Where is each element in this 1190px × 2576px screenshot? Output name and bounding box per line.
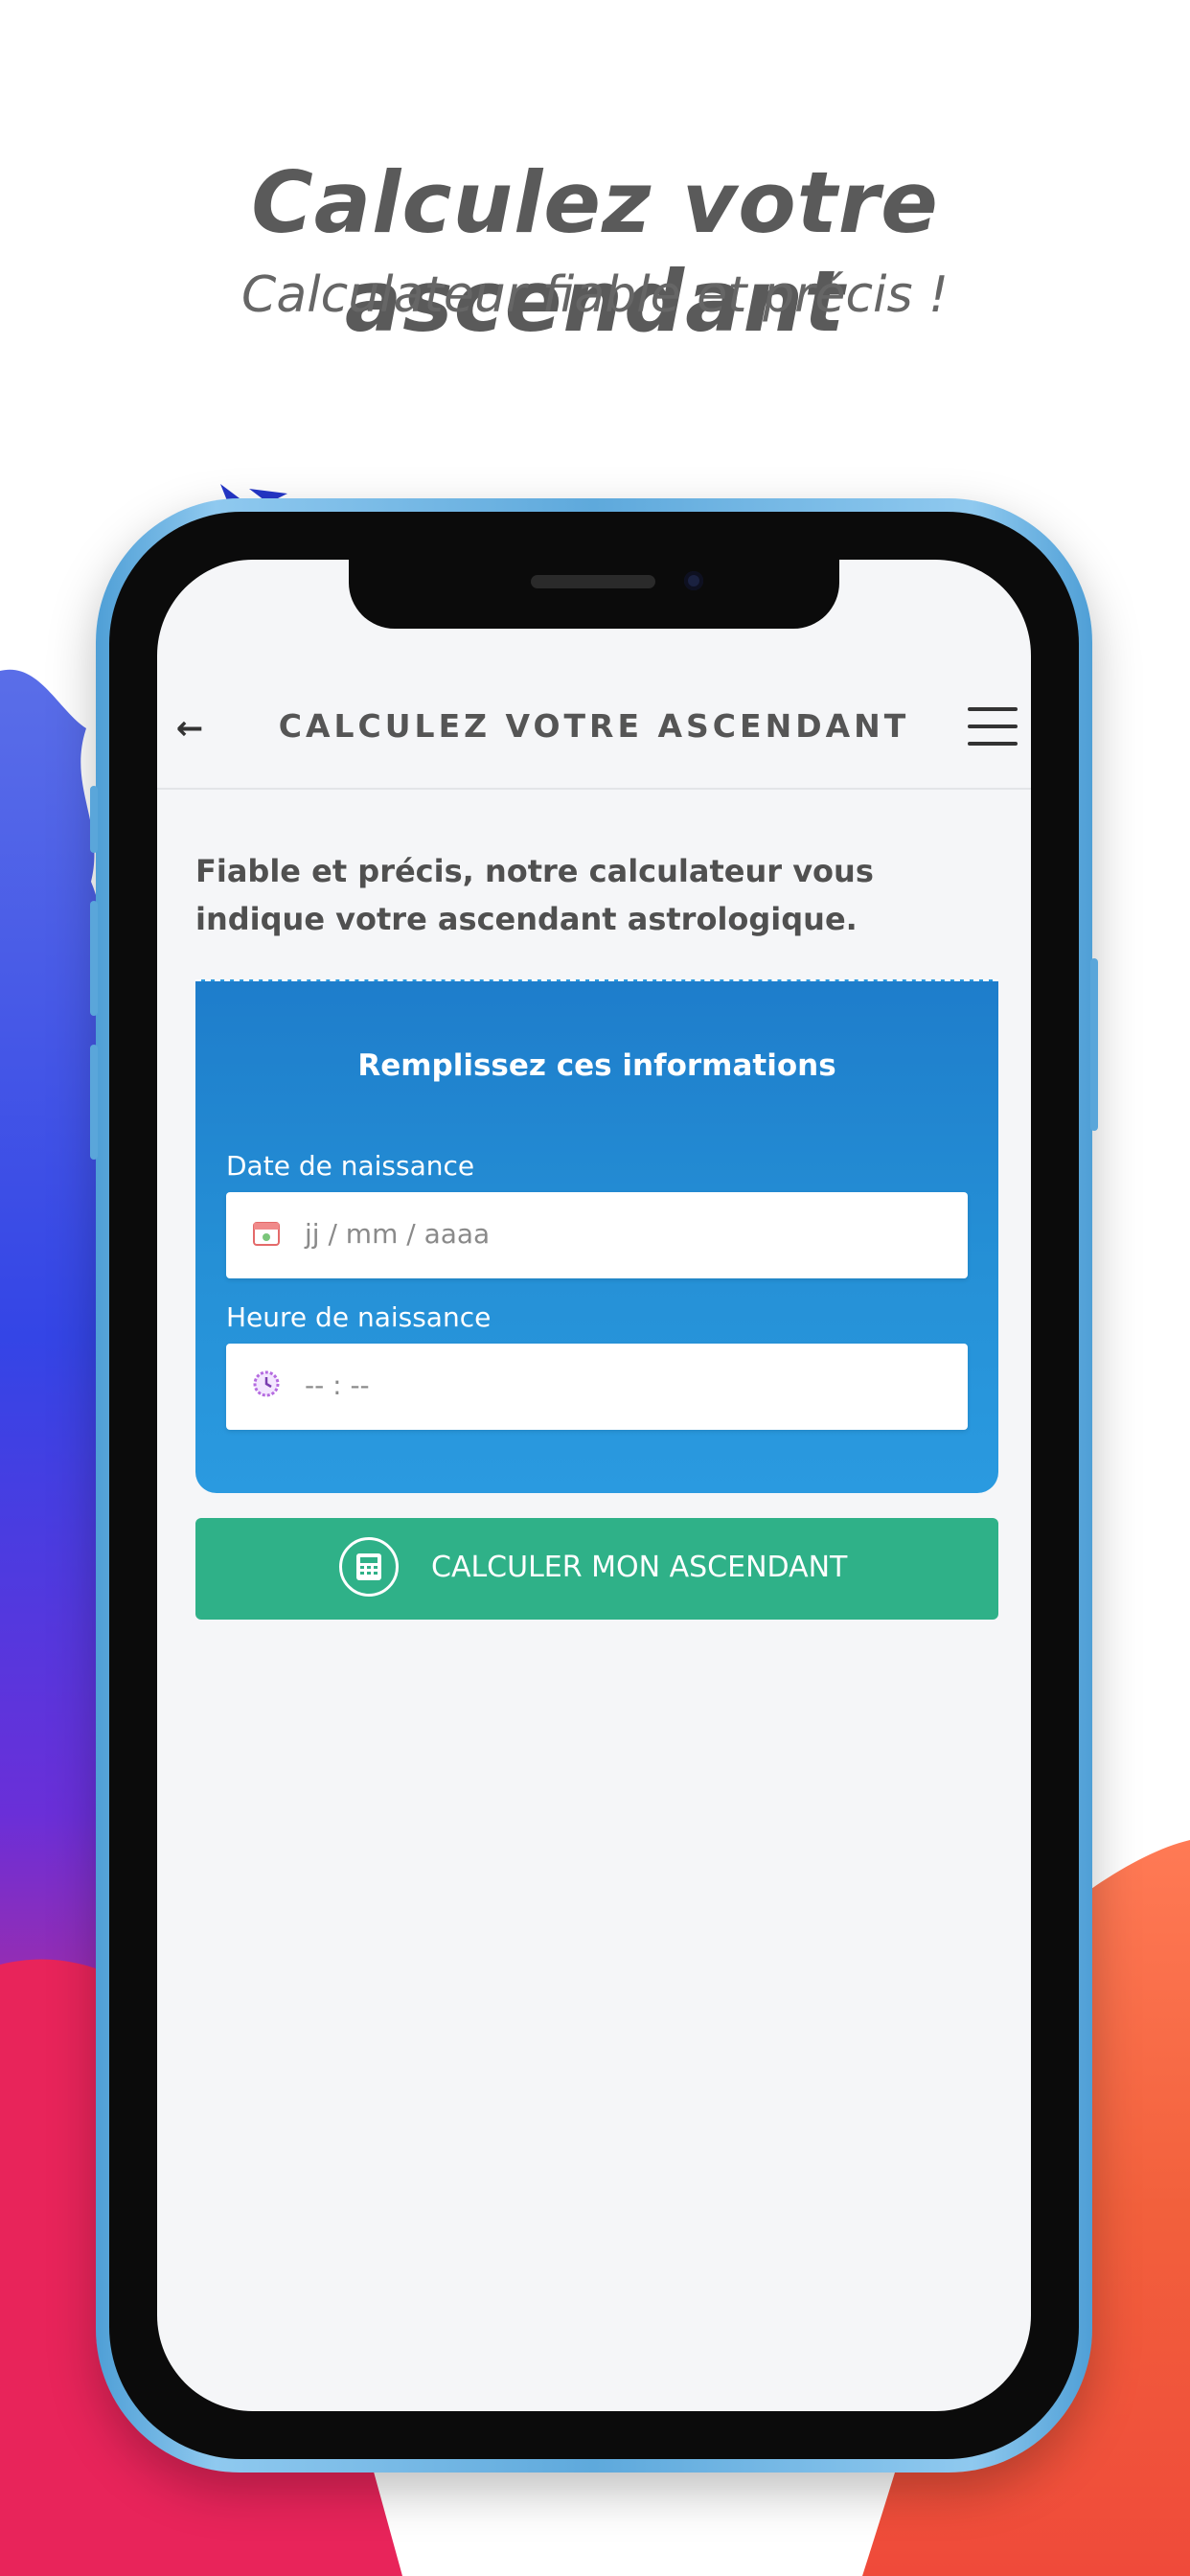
birth-info-form: Remplissez ces informations Date de nais…: [195, 979, 998, 1493]
birth-time-input[interactable]: -- : --: [226, 1344, 968, 1430]
calculate-ascendant-button[interactable]: CALCULER MON ASCENDANT: [195, 1518, 998, 1620]
birth-time-placeholder: -- : --: [305, 1369, 370, 1401]
birth-date-label: Date de naissance: [226, 1150, 475, 1182]
phone-volume-up-button: [90, 901, 98, 1016]
back-arrow-icon[interactable]: ←: [171, 709, 209, 748]
phone-volume-down-button: [90, 1045, 98, 1160]
birth-date-placeholder: jj / mm / aaaa: [305, 1218, 491, 1250]
birth-date-input[interactable]: jj / mm / aaaa: [226, 1192, 968, 1278]
phone-notch: [349, 560, 839, 629]
speaker-grille: [531, 575, 655, 588]
intro-text: Fiable et précis, notre calculateur vous…: [195, 853, 874, 937]
calculate-button-label: CALCULER MON ASCENDANT: [431, 1551, 848, 1584]
front-camera: [684, 571, 703, 590]
calculator-icon: [339, 1537, 399, 1597]
form-heading: Remplissez ces informations: [357, 1048, 836, 1083]
phone-side-button: [90, 786, 98, 853]
calendar-icon: [249, 1217, 284, 1252]
birth-time-label: Heure de naissance: [226, 1301, 492, 1333]
hamburger-line: [968, 742, 1018, 746]
hamburger-menu-icon[interactable]: [968, 707, 1018, 746]
phone-screen: ← CALCULEZ VOTRE ASCENDANT Fiable et pré…: [157, 560, 1031, 2411]
hamburger-line: [968, 724, 1018, 728]
clock-icon: [249, 1368, 284, 1403]
phone-power-button: [1090, 958, 1098, 1131]
app-header: ← CALCULEZ VOTRE ASCENDANT: [157, 675, 1031, 790]
header-title: CALCULEZ VOTRE ASCENDANT: [278, 707, 910, 745]
hamburger-line: [968, 707, 1018, 711]
phone-frame: ← CALCULEZ VOTRE ASCENDANT Fiable et pré…: [90, 498, 1098, 2472]
promo-subtitle: Calculateur fiable et précis !: [241, 266, 949, 324]
